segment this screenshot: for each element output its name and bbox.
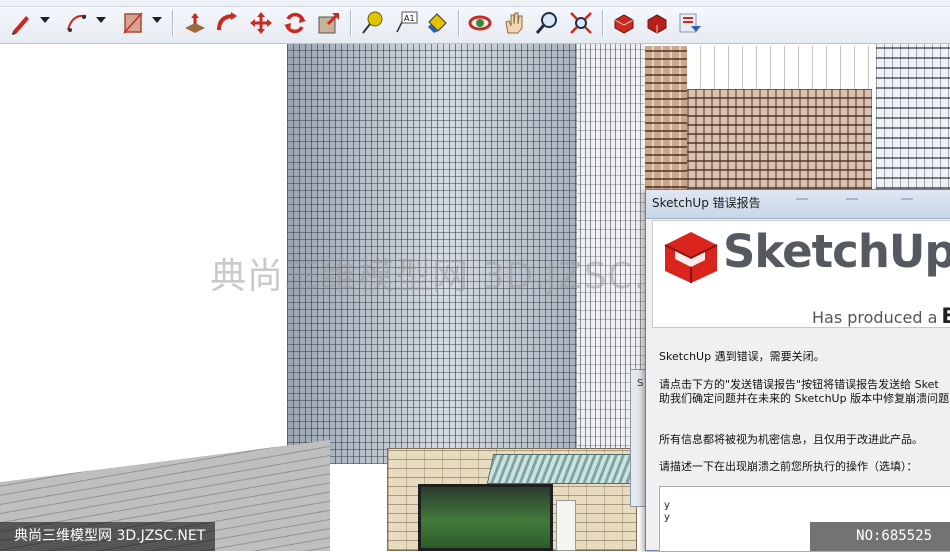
pencil-icon (12, 16, 29, 35)
has-produced-text: Has produced aBU (812, 304, 950, 327)
bug-report-label-fragment: BU (941, 304, 950, 327)
main-toolbar: A1 (0, 0, 950, 44)
text-icon: A1 (396, 11, 418, 33)
background-apartment-block (687, 89, 872, 189)
paint-bucket-icon (428, 13, 447, 33)
textarea-line: y (664, 500, 670, 511)
arc-dropdown-arrow[interactable] (96, 17, 106, 23)
rectangle-tool-button[interactable] (120, 10, 146, 36)
rectangle-dropdown-arrow[interactable] (152, 17, 162, 23)
text-tool-button[interactable]: A1 (393, 10, 419, 36)
has-produced-label: Has produced a (812, 308, 938, 327)
entrance-pillar (556, 500, 576, 551)
pencil-dropdown-arrow[interactable] (40, 17, 50, 23)
text-tool-label: A1 (404, 14, 415, 23)
tape-measure-icon (362, 11, 383, 34)
follow-me-tool-button[interactable] (214, 10, 240, 36)
sketchup-banner: SketchUp Has produced aBU (652, 220, 950, 328)
toolbar-separator (602, 10, 604, 36)
warehouse-button[interactable] (677, 10, 703, 36)
zoom-tool-button[interactable] (534, 10, 560, 36)
maximize-icon[interactable] (846, 198, 858, 208)
push-pull-tool-button[interactable] (182, 10, 208, 36)
orbit-tool-button[interactable] (467, 10, 493, 36)
zoom-extents-icon (570, 12, 592, 34)
sketchup-logo-icon (664, 232, 718, 283)
minimize-icon[interactable] (796, 198, 808, 208)
dialog-title: SketchUp 错误报告 (652, 196, 761, 210)
close-icon[interactable] (901, 198, 913, 208)
push-pull-icon (185, 13, 205, 33)
entrance-canopy (486, 454, 646, 484)
menu-bar-remnant (0, 0, 950, 7)
zoom-extents-tool-button[interactable] (568, 10, 594, 36)
describe-actions-prompt: 请描述一下在出现崩溃之前您所执行的操作（选填）： (659, 460, 918, 473)
tape-measure-tool-button[interactable] (360, 10, 386, 36)
error-report-dialog: SketchUp 错误报告 SketchUp Has produced aBU … (645, 189, 950, 552)
privacy-notice: 所有信息都将被视为机密信息，且仅用于改进此产品。 (659, 433, 923, 446)
next-view-icon (647, 14, 667, 34)
pan-icon (505, 12, 523, 34)
toolbar-separator (172, 10, 174, 36)
background-apartment-tower (643, 46, 687, 196)
follow-me-icon (217, 12, 237, 31)
background-dialog-fragment: S (637, 378, 644, 389)
rectangle-icon (123, 12, 143, 34)
watermark-id: NO:685525 (810, 522, 950, 551)
scale-icon (318, 12, 340, 34)
toolbar-separator (350, 10, 352, 36)
pan-tool-button[interactable] (501, 10, 527, 36)
previous-view-button[interactable] (611, 10, 637, 36)
watermark-bottom-left: 典尚三维模型网 3D.JZSC.NET (0, 522, 216, 551)
orbit-icon (468, 15, 492, 31)
sketchup-wordmark: SketchUp (723, 225, 950, 278)
background-building-roofline (700, 46, 875, 91)
next-view-button[interactable] (644, 10, 670, 36)
pencil-tool-button[interactable] (8, 10, 34, 36)
previous-view-icon (614, 14, 634, 34)
dialog-title-bar[interactable]: SketchUp 错误报告 (646, 190, 950, 219)
move-icon (250, 12, 272, 34)
toolbar-separator (458, 10, 460, 36)
scale-tool-button[interactable] (316, 10, 342, 36)
arc-icon (67, 14, 87, 32)
arc-tool-button[interactable] (64, 10, 90, 36)
move-tool-button[interactable] (248, 10, 274, 36)
background-glass-building (876, 44, 950, 189)
error-message: SketchUp 遇到错误，需要关闭。 (659, 350, 825, 363)
rotate-tool-button[interactable] (282, 10, 308, 36)
zoom-icon (535, 12, 557, 34)
warehouse-icon (679, 13, 701, 33)
billboard-screen (418, 484, 553, 551)
rotate-icon (284, 12, 306, 34)
paint-bucket-tool-button[interactable] (424, 10, 450, 36)
send-report-instruction-continued: 助我们确定问题并在未来的 SketchUp 版本中修复崩溃问题 (659, 392, 950, 405)
